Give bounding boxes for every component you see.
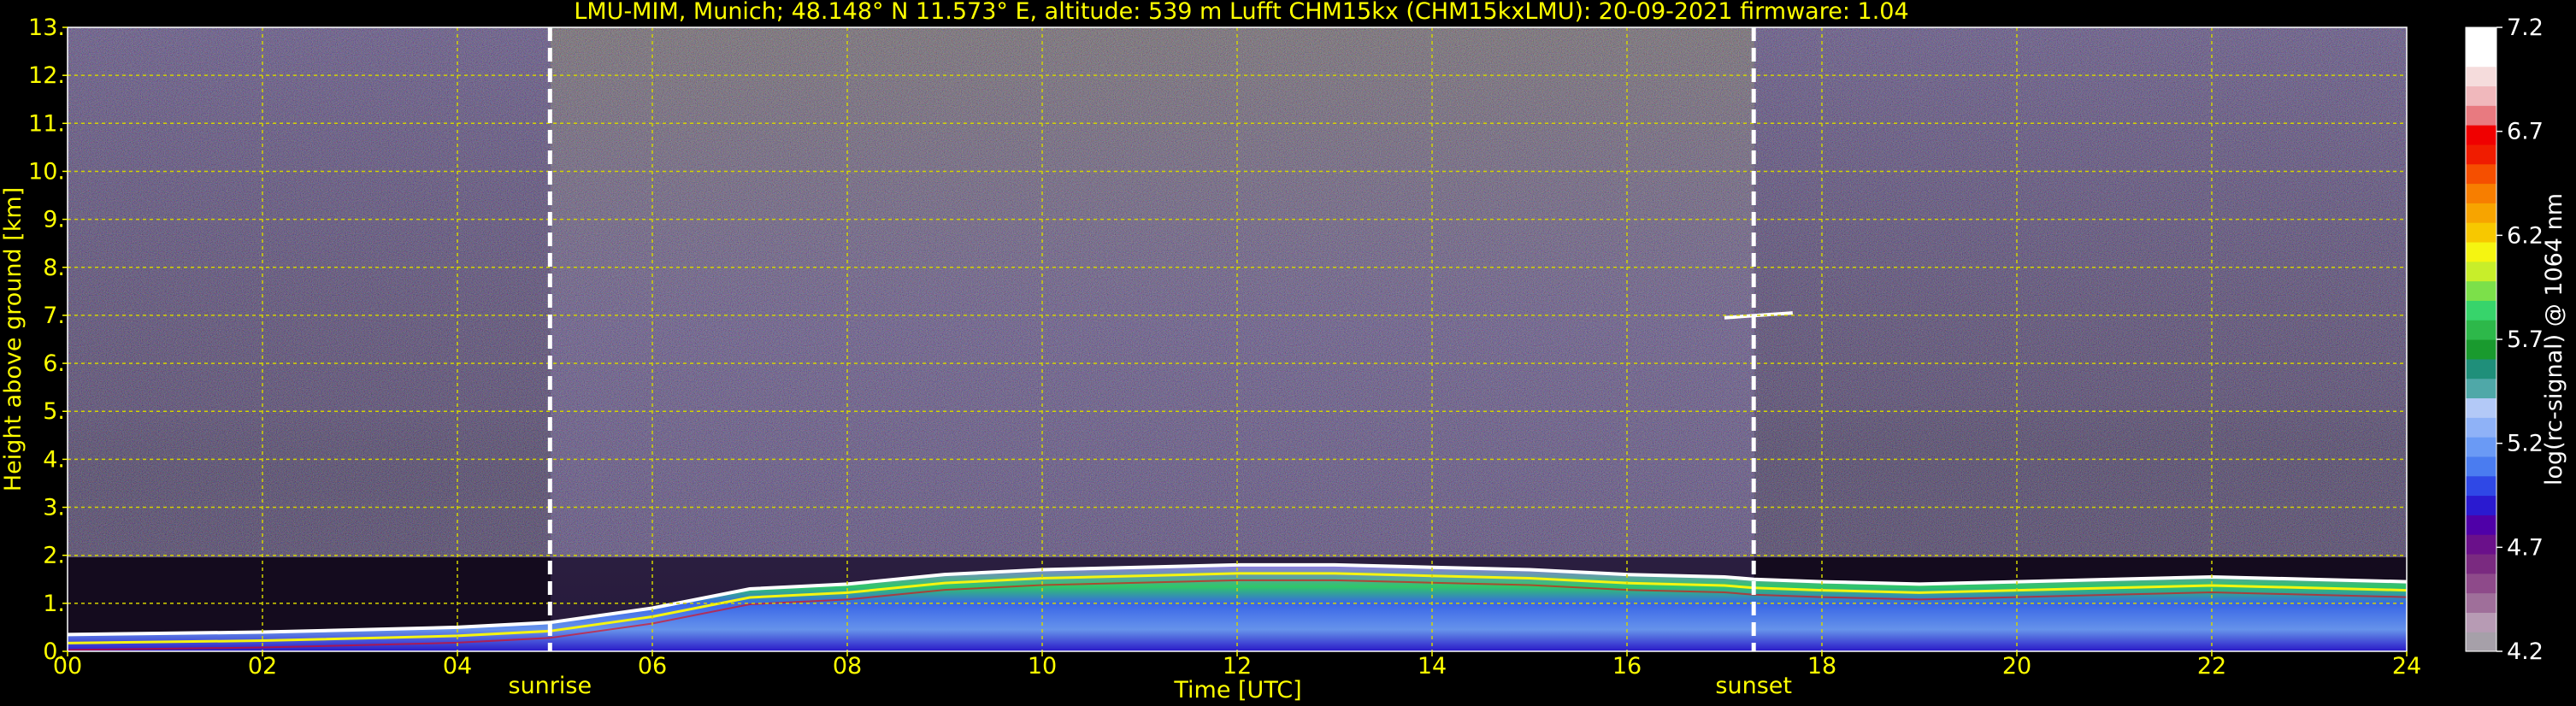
colorbar-segment — [2466, 592, 2496, 613]
colorbar-segment — [2466, 320, 2496, 340]
x-tick-label: 14 — [1418, 653, 1447, 680]
colorbar-segment — [2466, 183, 2496, 203]
x-tick-label: 06 — [638, 653, 667, 680]
colorbar-segment — [2466, 85, 2496, 106]
y-tick-label: 13. — [28, 15, 65, 41]
colorbar-segment — [2466, 261, 2496, 282]
colorbar-segment — [2466, 222, 2496, 243]
colorbar-segment — [2466, 144, 2496, 165]
y-tick-label: 0. — [43, 638, 65, 665]
y-tick-label: 12. — [28, 62, 65, 89]
colorbar-tick-label: 5.2 — [2507, 431, 2544, 457]
colorbar-segment — [2466, 66, 2496, 87]
colorbar-segment — [2466, 300, 2496, 321]
colorbar-tick-label: 6.2 — [2507, 222, 2544, 249]
colorbar-segment — [2466, 203, 2496, 223]
y-tick-label: 2. — [43, 543, 65, 569]
colorbar-segment — [2466, 417, 2496, 438]
y-tick-label: 6. — [43, 350, 65, 377]
x-tick-label: 12 — [1223, 653, 1252, 680]
colorbar-segment — [2466, 553, 2496, 574]
colorbar-segment — [2466, 475, 2496, 497]
y-tick-label: 11. — [28, 110, 65, 137]
colorbar-tick-label: 7.2 — [2507, 15, 2544, 41]
y-tick-label: 4. — [43, 446, 65, 473]
ceilometer-chart: sunrise sunset 00 02 04 06 08 10 12 14 16 18 20 22 24… — [0, 0, 2567, 703]
y-tick-label: 7. — [43, 303, 65, 329]
x-axis-label: Time [UTC] — [1173, 677, 1301, 703]
colorbar-tick-label: 4.2 — [2507, 638, 2544, 665]
colorbar-segment — [2466, 612, 2496, 632]
colorbar-segment — [2466, 163, 2496, 185]
colorbar-segment — [2466, 495, 2496, 515]
x-tick-label: 10 — [1028, 653, 1057, 680]
colorbar-segment — [2466, 515, 2496, 535]
colorbar-segment — [2466, 280, 2496, 301]
colorbar-segment — [2466, 378, 2496, 399]
y-tick-label: 9. — [43, 207, 65, 233]
sunrise-label: sunrise — [509, 673, 592, 699]
colorbar-segment — [2466, 456, 2496, 477]
y-tick-label: 5. — [43, 398, 65, 425]
colorbar-segment — [2466, 125, 2496, 145]
colorbar-segment — [2466, 241, 2496, 262]
x-tick-label: 08 — [833, 653, 862, 680]
backscatter-field — [68, 27, 2407, 651]
colorbar-tick-label: 5.7 — [2507, 327, 2544, 353]
x-tick-label: 04 — [443, 653, 472, 680]
colorbar-segment — [2466, 46, 2496, 68]
colorbar-segment — [2466, 339, 2496, 360]
x-tick-label: 20 — [2002, 653, 2031, 680]
colorbar-segment — [2466, 397, 2496, 418]
y-tick-label: 8. — [43, 255, 65, 281]
x-tick-label: 18 — [1807, 653, 1836, 680]
colorbar-segment — [2466, 358, 2496, 379]
colorbar-segment — [2466, 534, 2496, 555]
colorbar-label: log(rc-signal) @ 1064 nm — [2541, 193, 2567, 485]
y-tick-label: 3. — [43, 495, 65, 521]
x-tick-label: 02 — [248, 653, 277, 680]
colorbar-segment — [2466, 632, 2496, 652]
x-tick-label: 16 — [1612, 653, 1642, 680]
sunset-label: sunset — [1715, 673, 1792, 699]
colorbar-segment — [2466, 27, 2496, 48]
chart-title: LMU-MIM, Munich; 48.148° N 11.573° E, al… — [574, 0, 1908, 25]
colorbar-segment — [2466, 573, 2496, 594]
x-tick-label: 24 — [2392, 653, 2421, 680]
colorbar: 7.2 6.7 6.2 5.7 5.2 4.7 4.2 — [2465, 15, 2544, 665]
colorbar-tick-label: 4.7 — [2507, 534, 2544, 561]
x-tick-label: 22 — [2197, 653, 2226, 680]
colorbar-tick-label: 6.7 — [2507, 119, 2544, 145]
colorbar-segment — [2466, 105, 2496, 126]
y-tick-label: 10. — [28, 158, 65, 185]
colorbar-segment — [2466, 437, 2496, 457]
y-tick-label: 1. — [43, 591, 65, 617]
y-axis-label: Height above ground [km] — [0, 187, 27, 491]
